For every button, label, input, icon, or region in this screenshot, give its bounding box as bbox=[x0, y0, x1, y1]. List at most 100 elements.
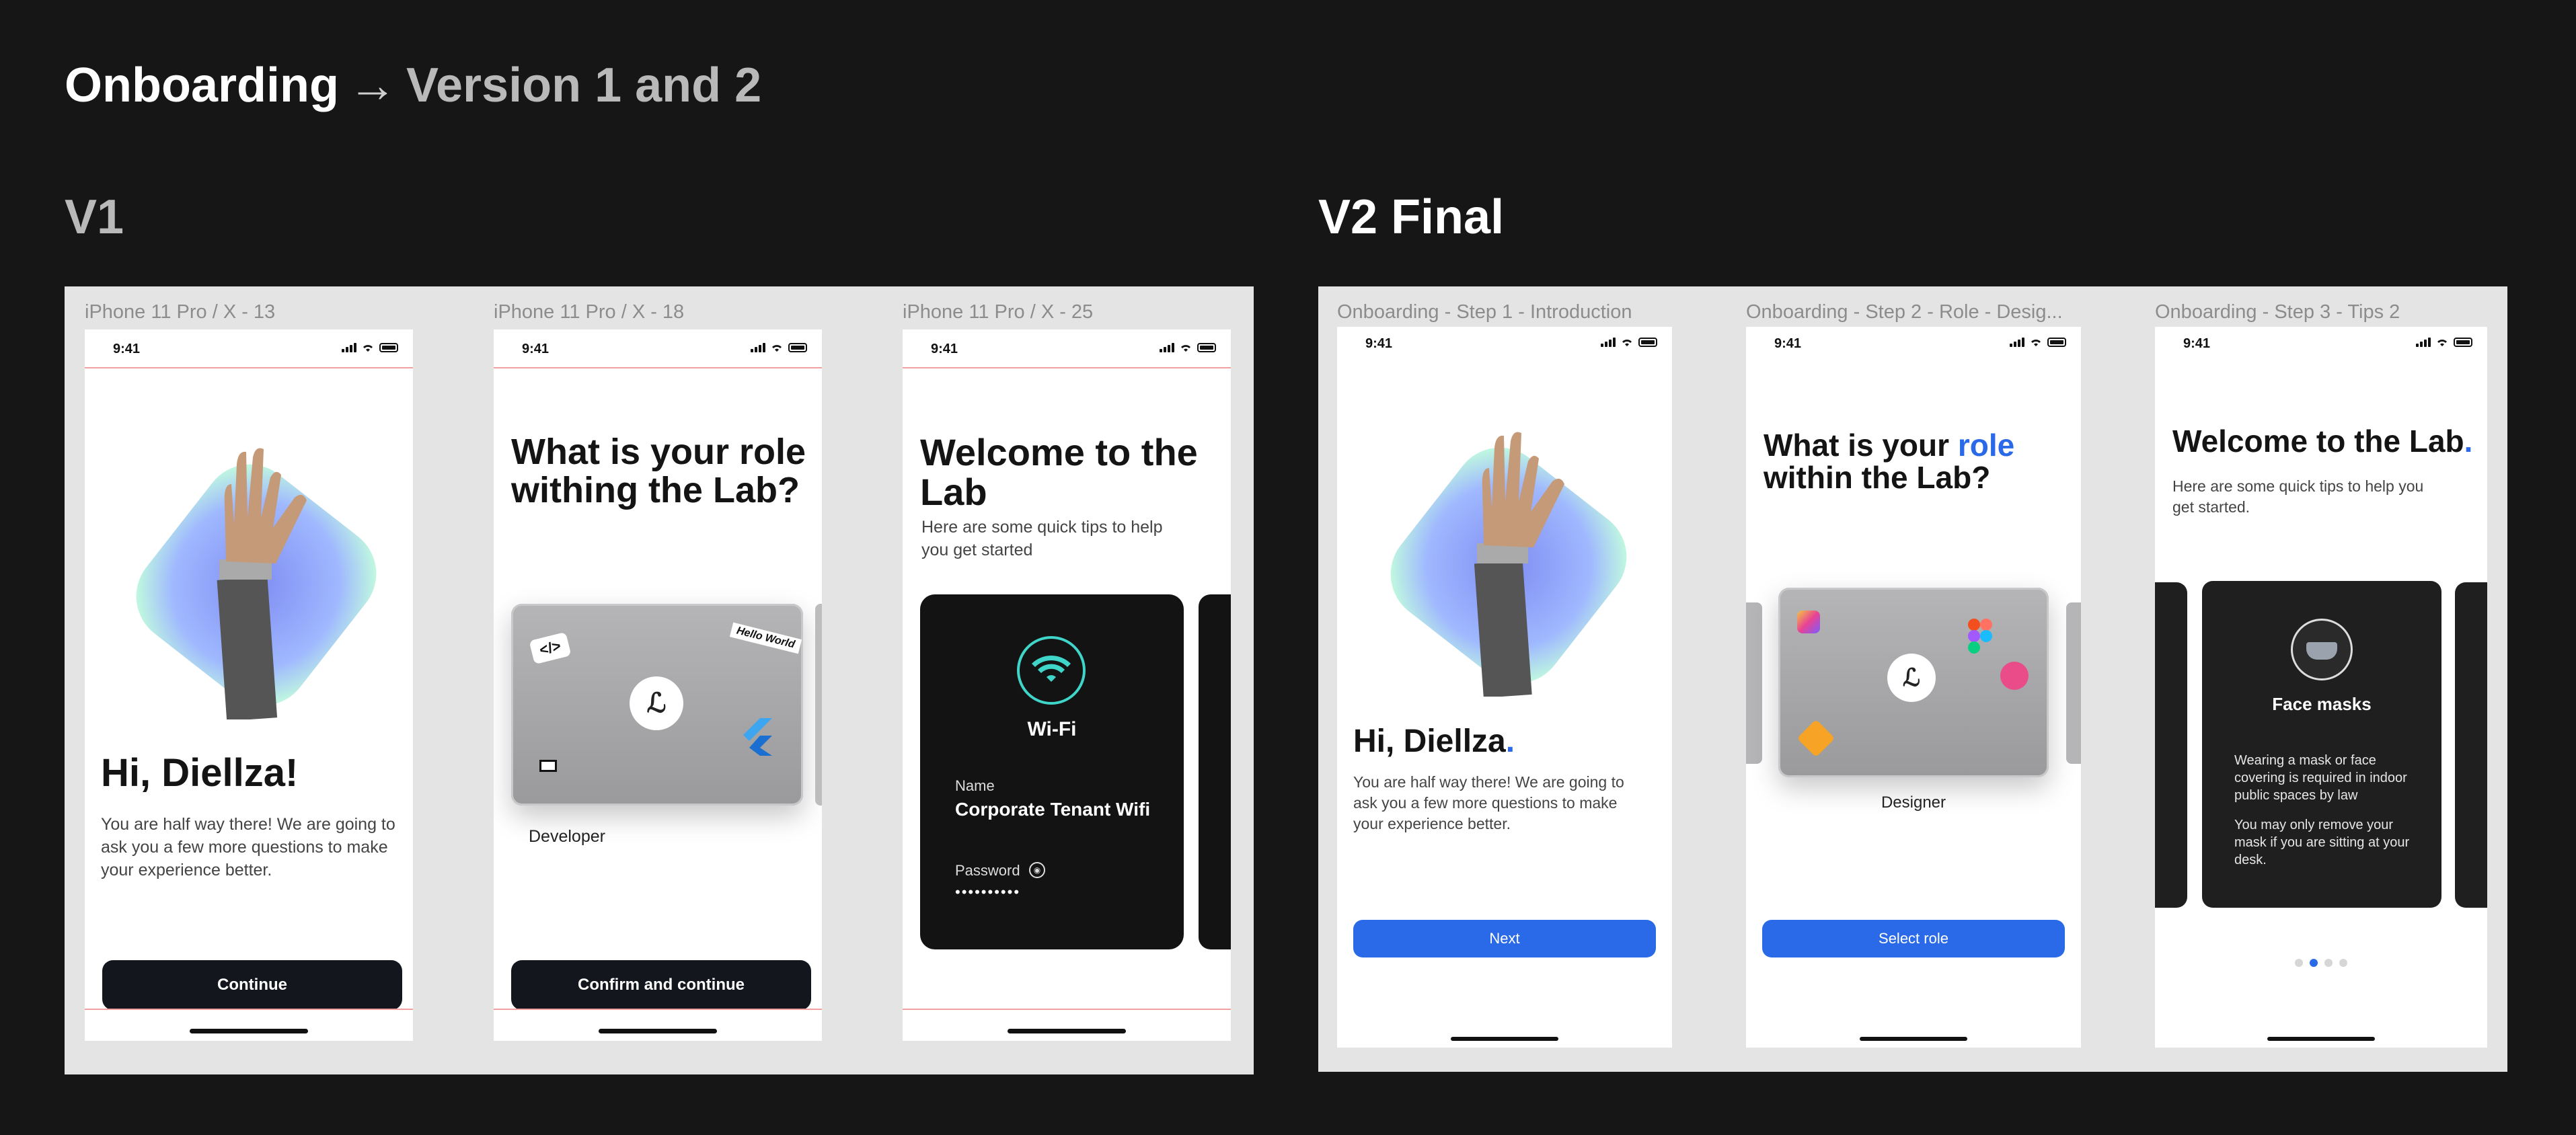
wifi-icon bbox=[1181, 345, 1190, 352]
next-card-peek bbox=[2066, 602, 2081, 764]
status-bar: 9:41 bbox=[1337, 327, 1672, 366]
face-masks-card[interactable]: Face masks Wearing a mask or face coveri… bbox=[2202, 581, 2441, 908]
battery-icon bbox=[1197, 343, 1216, 352]
card-title: Wi-Fi bbox=[1027, 718, 1077, 740]
eye-icon[interactable]: ◉ bbox=[1029, 862, 1045, 878]
lab-logo-icon: ℒ bbox=[630, 676, 683, 730]
page-dot[interactable] bbox=[2310, 959, 2318, 967]
signal-icon bbox=[2416, 338, 2431, 347]
prev-card-peek bbox=[1746, 602, 1762, 764]
code-sticker-icon: </> bbox=[529, 631, 572, 665]
guide-line bbox=[903, 367, 1231, 368]
wifi-icon bbox=[2437, 340, 2447, 346]
phone-frame[interactable]: 9:41 Hi, Diellza! You are half way there… bbox=[85, 329, 413, 1041]
home-indicator bbox=[2267, 1037, 2375, 1041]
intro-text: You are half way there! We are going to … bbox=[1353, 773, 1624, 833]
sticker-icon bbox=[539, 760, 557, 772]
wifi-icon bbox=[772, 345, 782, 352]
prev-card-peek bbox=[2155, 582, 2187, 908]
password-label: Password bbox=[955, 862, 1020, 879]
card-text: You may only remove your mask if you are… bbox=[2234, 818, 2410, 867]
role-card-designer[interactable]: ℒ bbox=[1778, 588, 2049, 777]
battery-icon bbox=[1638, 338, 1657, 347]
face-mask-icon bbox=[2291, 619, 2353, 680]
sketch-icon bbox=[1796, 719, 1835, 758]
password-value: •••••••••• bbox=[955, 884, 1021, 900]
role-card-developer[interactable]: </> Hello World ℒ bbox=[511, 604, 803, 806]
status-bar: 9:41 bbox=[494, 329, 822, 368]
guide-line bbox=[903, 1009, 1231, 1010]
lab-logo-icon: ℒ bbox=[1887, 654, 1936, 702]
battery-icon bbox=[2454, 338, 2472, 347]
frame-label: Onboarding - Step 1 - Introduction bbox=[1337, 301, 1632, 323]
card-title: Face masks bbox=[2272, 694, 2372, 714]
guide-line bbox=[85, 1009, 413, 1010]
welcome-heading: Welcome to the Lab. bbox=[2172, 424, 2473, 459]
battery-icon bbox=[379, 343, 398, 352]
wifi-icon bbox=[2031, 340, 2041, 346]
home-indicator bbox=[1860, 1037, 1967, 1041]
status-bar: 9:41 bbox=[1746, 327, 2081, 366]
wifi-card[interactable]: Wi-Fi Name Corporate Tenant Wifi Passwor… bbox=[920, 594, 1184, 949]
phone-frame[interactable]: 9:41 Welcome to the Lab. Here are some q… bbox=[2155, 327, 2487, 1048]
figma-icon bbox=[1968, 619, 1992, 654]
select-role-button[interactable]: Select role bbox=[1762, 920, 2065, 957]
signal-icon bbox=[1601, 338, 1616, 347]
phone-frame[interactable]: 9:41 What is your role within the Lab? ℒ… bbox=[1746, 327, 2081, 1048]
battery-icon bbox=[2047, 338, 2066, 347]
section-v2: V2 Final bbox=[1318, 190, 1505, 244]
home-indicator bbox=[1451, 1037, 1558, 1041]
card-text: Wearing a mask or face covering is requi… bbox=[2234, 753, 2407, 803]
tips-text: Here are some quick tips to help you get… bbox=[2172, 477, 2424, 516]
network-name: Corporate Tenant Wifi bbox=[955, 799, 1151, 820]
wifi-icon bbox=[363, 345, 373, 352]
status-bar: 9:41 bbox=[2155, 327, 2487, 366]
signal-icon bbox=[342, 343, 356, 352]
section-v1: V1 bbox=[65, 190, 124, 244]
confirm-continue-button[interactable]: Confirm and continue bbox=[511, 960, 811, 1010]
guide-line bbox=[85, 367, 413, 368]
role-heading: What is your role withing the Lab? bbox=[511, 432, 806, 510]
home-indicator bbox=[190, 1029, 308, 1033]
wifi-icon bbox=[1017, 636, 1086, 705]
next-button[interactable]: Next bbox=[1353, 920, 1656, 957]
page-title: Onboarding → Version 1 and 2 bbox=[65, 58, 762, 112]
page-dot[interactable] bbox=[2295, 959, 2303, 967]
page-dot[interactable] bbox=[2339, 959, 2347, 967]
waving-hand-illustration bbox=[136, 448, 377, 719]
frame-label: iPhone 11 Pro / X - 13 bbox=[85, 301, 276, 323]
next-card-peek bbox=[815, 604, 822, 806]
signal-icon bbox=[751, 343, 765, 352]
role-label: Designer bbox=[1881, 793, 1946, 812]
phone-frame[interactable]: 9:41 Welcome to the Lab Here are some qu… bbox=[903, 329, 1231, 1041]
signal-icon bbox=[2010, 338, 2024, 347]
home-indicator bbox=[599, 1029, 717, 1033]
flutter-sticker-icon bbox=[743, 718, 772, 756]
hello-world-sticker: Hello World bbox=[729, 622, 802, 654]
role-heading: What is your role within the Lab? bbox=[1764, 428, 2015, 496]
next-card-peek bbox=[2455, 582, 2487, 908]
home-indicator bbox=[1008, 1029, 1126, 1033]
waving-hand-illustration bbox=[1390, 432, 1627, 697]
role-label: Developer bbox=[529, 827, 605, 846]
greeting-heading: Hi, Diellza! bbox=[101, 751, 299, 795]
continue-button[interactable]: Continue bbox=[102, 960, 402, 1010]
phone-frame[interactable]: 9:41 Hi, Diellza. You are half way there… bbox=[1337, 327, 1672, 1048]
guide-line bbox=[494, 1009, 822, 1010]
phone-frame[interactable]: 9:41 What is your role withing the Lab? … bbox=[494, 329, 822, 1041]
intro-text: You are half way there! We are going to … bbox=[101, 815, 395, 879]
status-bar: 9:41 bbox=[85, 329, 413, 368]
next-card-peek bbox=[1199, 594, 1231, 949]
guide-line bbox=[494, 367, 822, 368]
page-dot[interactable] bbox=[2324, 959, 2333, 967]
greeting-heading: Hi, Diellza. bbox=[1353, 723, 1515, 759]
frame-label: iPhone 11 Pro / X - 18 bbox=[494, 301, 685, 323]
name-label: Name bbox=[955, 777, 995, 794]
v2-panel: Onboarding - Step 1 - Introduction 9:41 … bbox=[1318, 286, 2507, 1072]
status-bar: 9:41 bbox=[903, 329, 1231, 368]
tips-text: Here are some quick tips to help you get… bbox=[921, 518, 1163, 559]
dribbble-icon bbox=[2000, 662, 2029, 690]
app-icon bbox=[1797, 611, 1820, 633]
welcome-heading: Welcome to the Lab bbox=[920, 431, 1198, 513]
page-indicator[interactable] bbox=[2155, 959, 2487, 967]
